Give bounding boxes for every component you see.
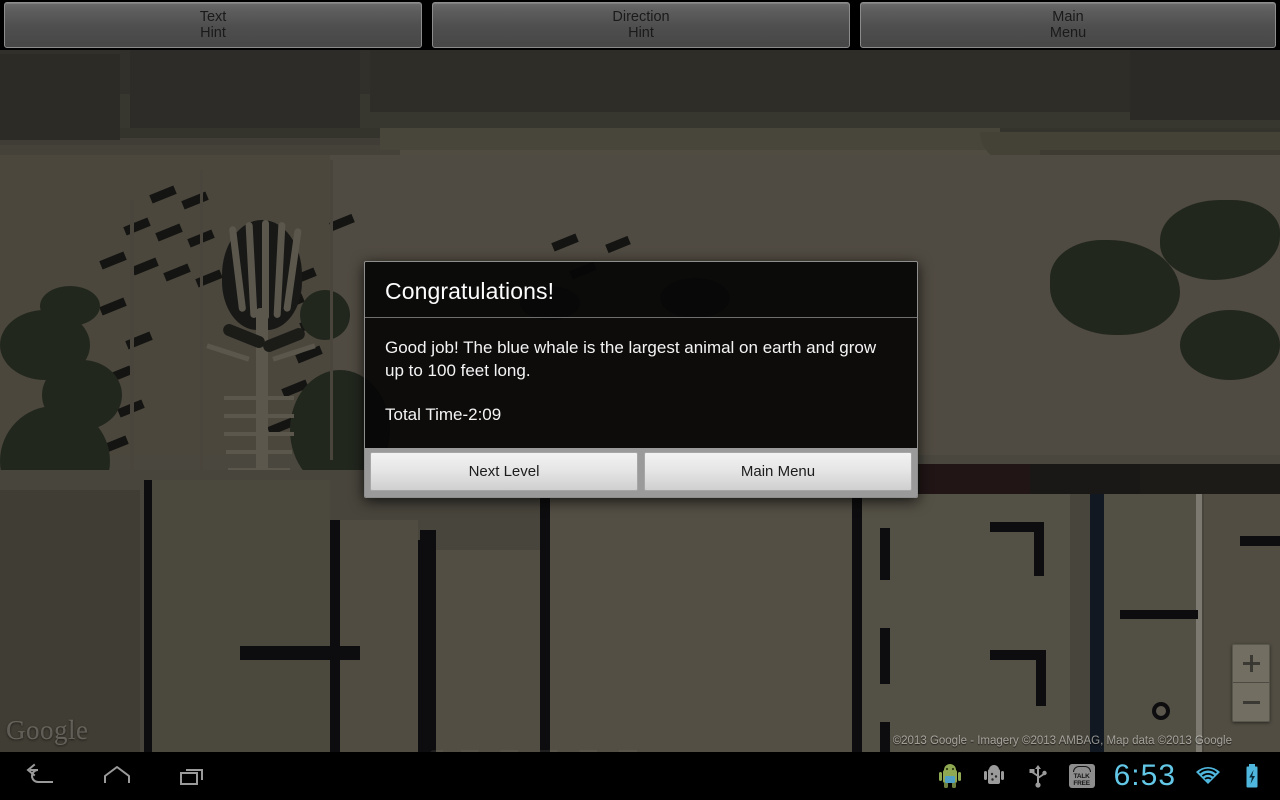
direction-hint-label-line1: Direction [612, 9, 670, 25]
talk-free-line1: TALK [1073, 773, 1090, 780]
android-navigation-bar: TALK FREE 6:53 [0, 752, 1280, 800]
android-notification-icon[interactable] [936, 761, 964, 791]
text-hint-label-line2: Hint [200, 25, 226, 41]
home-icon[interactable] [100, 761, 134, 791]
android-debug-icon[interactable] [980, 761, 1008, 791]
google-logo-watermark: Google [6, 715, 89, 745]
text-hint-button[interactable]: Text Hint [4, 2, 422, 48]
zoom-controls [1232, 644, 1270, 722]
status-clock[interactable]: 6:53 [1112, 761, 1178, 791]
zoom-out-button[interactable] [1233, 683, 1269, 721]
status-icons[interactable]: TALK FREE 6:53 [936, 761, 1266, 791]
nav-system-buttons [24, 761, 210, 791]
wifi-icon[interactable] [1194, 761, 1222, 791]
congratulations-dialog: Congratulations! Good job! The blue whal… [364, 261, 918, 498]
direction-hint-label-line2: Hint [628, 25, 654, 41]
minus-icon [1242, 700, 1260, 704]
hint-button-bar: Text Hint Direction Hint Main Menu [0, 0, 1280, 50]
dialog-body: Good job! The blue whale is the largest … [365, 318, 917, 448]
battery-charging-icon[interactable] [1238, 761, 1266, 791]
text-hint-label-line1: Text [199, 9, 227, 25]
main-menu-button-top[interactable]: Main Menu [860, 2, 1276, 48]
talk-free-line2: FREE [1073, 780, 1090, 787]
dialog-title: Congratulations! [385, 278, 555, 304]
main-menu-label-line1: Main [1052, 9, 1084, 25]
direction-hint-button[interactable]: Direction Hint [432, 2, 850, 48]
dialog-message: Good job! The blue whale is the largest … [385, 338, 877, 380]
main-menu-label-line2: Menu [1049, 25, 1087, 41]
recent-apps-icon[interactable] [176, 761, 210, 791]
dialog-total-time: Total Time-2:09 [385, 405, 502, 424]
dialog-button-bar: Next Level Main Menu [365, 448, 917, 497]
next-level-button[interactable]: Next Level [370, 452, 638, 491]
usb-icon[interactable] [1024, 761, 1052, 791]
plus-icon [1242, 655, 1260, 672]
zoom-in-button[interactable] [1233, 645, 1269, 683]
back-icon[interactable] [24, 761, 58, 791]
screen-root: Text Hint Direction Hint Main Menu Googl… [0, 0, 1280, 800]
dialog-title-bar: Congratulations! [365, 262, 917, 318]
main-menu-button-dialog[interactable]: Main Menu [644, 452, 912, 491]
map-attribution-text: ©2013 Google - Imagery ©2013 AMBAG, Map … [892, 735, 1232, 747]
talk-free-icon[interactable]: TALK FREE [1068, 761, 1096, 791]
